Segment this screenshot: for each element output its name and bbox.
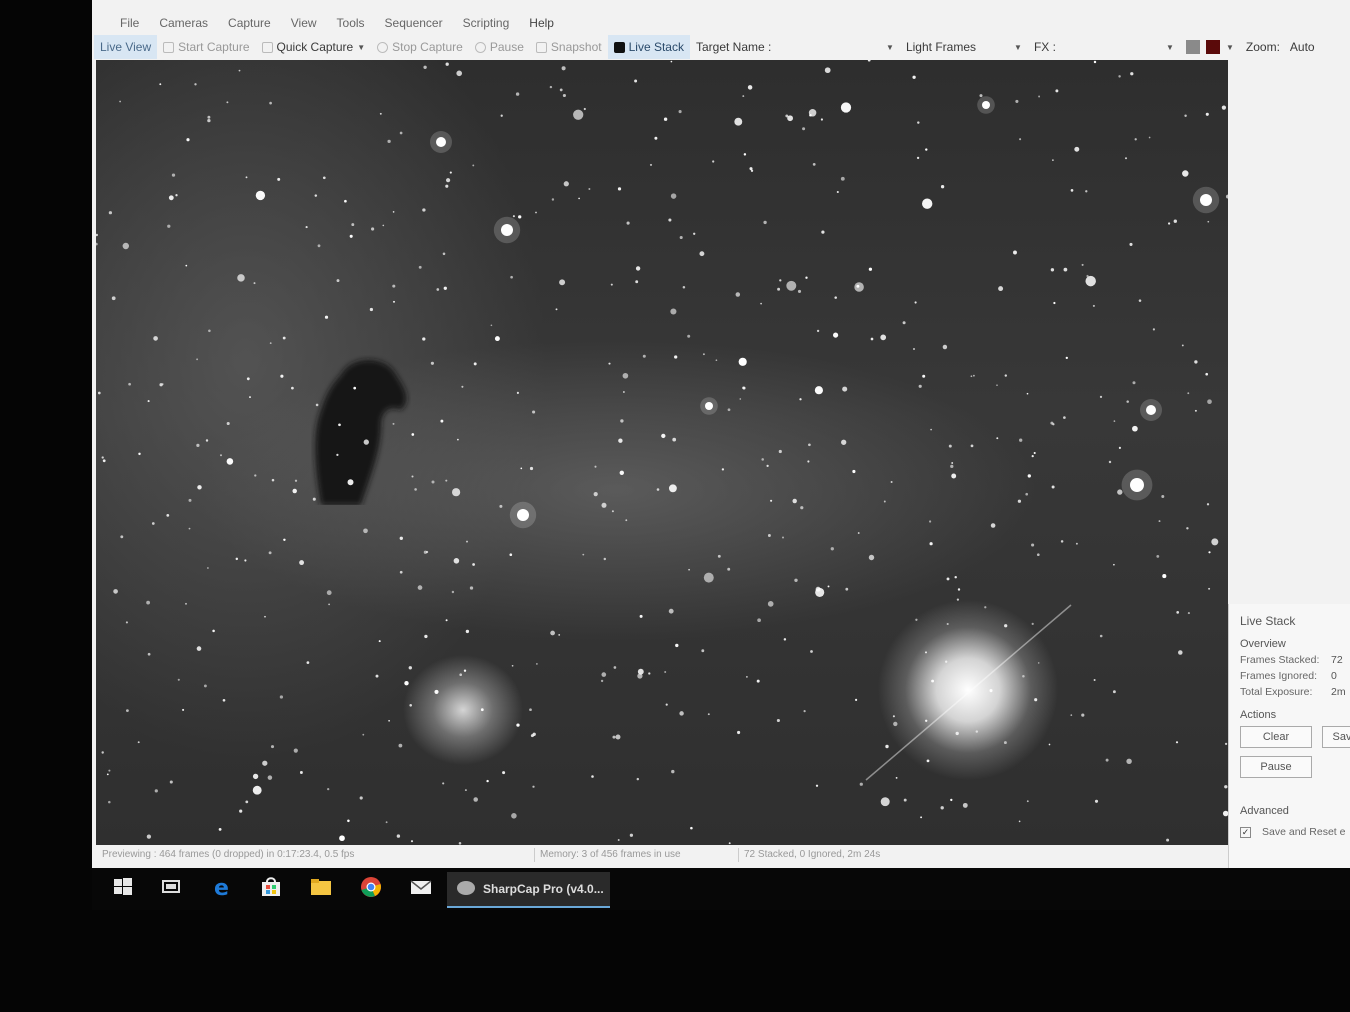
chevron-down-icon[interactable]: ▼: [357, 43, 365, 52]
frames-stacked-value: 72: [1331, 654, 1343, 666]
save-button[interactable]: Sav: [1322, 726, 1350, 748]
frame-type-value: Light Frames: [905, 40, 976, 54]
monitor-screen: File Cameras Capture View Tools Sequence…: [0, 0, 1350, 1012]
snapshot-icon: [535, 41, 547, 53]
status-separator: [738, 848, 739, 862]
taskbar: e SharpCap Pro (v4.0...: [92, 868, 1350, 910]
sharpcap-window: File Cameras Capture View Tools Sequence…: [92, 0, 1350, 872]
file-explorer-icon[interactable]: [310, 876, 332, 898]
svg-text:e: e: [214, 876, 229, 898]
task-view-icon[interactable]: [160, 876, 182, 898]
status-memory: Memory: 3 of 456 frames in use: [540, 849, 681, 860]
target-name-field[interactable]: Target Name : ▼: [690, 35, 900, 59]
frames-ignored-label: Frames Ignored:: [1240, 670, 1318, 682]
pause-button[interactable]: Pause: [469, 35, 530, 59]
quick-capture-label: Quick Capture: [276, 40, 354, 54]
menu-cameras[interactable]: Cameras: [149, 16, 218, 30]
record-icon: [163, 41, 175, 53]
chrome-icon[interactable]: [360, 876, 382, 898]
start-capture-button[interactable]: Start Capture: [157, 35, 255, 59]
menu-sequencer[interactable]: Sequencer: [375, 16, 453, 30]
status-bar: Previewing : 464 frames (0 dropped) in 0…: [98, 845, 1228, 865]
menu-tools[interactable]: Tools: [327, 16, 375, 30]
total-exposure-label: Total Exposure:: [1240, 686, 1313, 698]
target-name-label: Target Name :: [695, 40, 772, 54]
actions-heading: Actions: [1240, 709, 1277, 721]
chevron-down-icon[interactable]: ▼: [1166, 43, 1174, 52]
quick-capture-button[interactable]: Quick Capture ▼: [256, 35, 372, 59]
live-stack-button[interactable]: Live Stack: [607, 35, 690, 59]
toolbar: Live View Start Capture Quick Capture ▼ …: [92, 34, 1350, 60]
taskbar-sharpcap-button[interactable]: SharpCap Pro (v4.0...: [447, 872, 610, 908]
status-stack: 72 Stacked, 0 Ignored, 2m 24s: [744, 849, 881, 860]
red-swatch-icon[interactable]: [1205, 40, 1220, 54]
menu-help[interactable]: Help: [519, 16, 564, 30]
menu-scripting[interactable]: Scripting: [453, 16, 520, 30]
gray-swatch-icon[interactable]: [1185, 40, 1200, 54]
chevron-down-icon[interactable]: ▼: [1014, 43, 1022, 52]
stop-capture-label: Stop Capture: [392, 40, 463, 54]
overview-heading: Overview: [1240, 638, 1286, 650]
status-separator: [534, 848, 535, 862]
live-view-button[interactable]: Live View: [94, 35, 158, 59]
advanced-heading: Advanced: [1240, 805, 1289, 817]
menu-bar: File Cameras Capture View Tools Sequence…: [92, 10, 1350, 36]
store-icon[interactable]: [260, 876, 282, 898]
frames-ignored-value: 0: [1331, 670, 1337, 682]
menu-capture[interactable]: Capture: [218, 16, 281, 30]
save-and-reset-label: Save and Reset e: [1262, 826, 1346, 838]
chevron-down-icon[interactable]: ▼: [1226, 43, 1234, 52]
stop-capture-button[interactable]: Stop Capture: [371, 35, 469, 59]
live-stack-panel: Live Stack Overview Frames Stacked: 72 F…: [1228, 604, 1350, 872]
pause-icon: [474, 41, 486, 53]
live-stack-label: Live Stack: [628, 40, 684, 54]
image-view[interactable]: [96, 60, 1228, 845]
status-previewing: Previewing : 464 frames (0 dropped) in 0…: [102, 849, 355, 860]
pause-label: Pause: [489, 40, 524, 54]
chevron-down-icon[interactable]: ▼: [886, 43, 894, 52]
total-exposure-value: 2m: [1331, 686, 1346, 698]
fx-select[interactable]: FX : ▼: [1028, 35, 1180, 59]
zoom-value[interactable]: Auto: [1290, 40, 1315, 54]
color-swatches[interactable]: ▼: [1180, 35, 1240, 59]
snapshot-label: Snapshot: [550, 40, 602, 54]
clear-button[interactable]: Clear: [1240, 726, 1312, 748]
live-view-label: Live View: [100, 40, 152, 54]
mail-icon[interactable]: [410, 876, 432, 898]
live-stack-icon: [613, 41, 625, 53]
fx-label: FX :: [1033, 40, 1056, 54]
windows-start-icon[interactable]: [112, 876, 134, 898]
live-stack-panel-title: Live Stack: [1240, 614, 1296, 628]
frame-type-select[interactable]: Light Frames ▼: [900, 35, 1028, 59]
camera-icon: [261, 41, 273, 53]
pause-stack-button[interactable]: Pause: [1240, 756, 1312, 778]
edge-browser-icon[interactable]: e: [212, 876, 234, 898]
frames-stacked-label: Frames Stacked:: [1240, 654, 1320, 666]
star-field: [96, 60, 1228, 845]
sharpcap-app-icon: [457, 881, 475, 895]
start-capture-label: Start Capture: [178, 40, 250, 54]
menu-file[interactable]: File: [110, 16, 149, 30]
save-and-reset-checkbox[interactable]: ✓: [1240, 827, 1251, 838]
stop-icon: [377, 41, 389, 53]
snapshot-button[interactable]: Snapshot: [530, 35, 608, 59]
taskbar-sharpcap-label: SharpCap Pro (v4.0...: [483, 882, 604, 896]
zoom-label: Zoom:: [1245, 40, 1280, 54]
zoom-control[interactable]: Zoom: Auto: [1240, 35, 1321, 59]
menu-view[interactable]: View: [281, 16, 327, 30]
